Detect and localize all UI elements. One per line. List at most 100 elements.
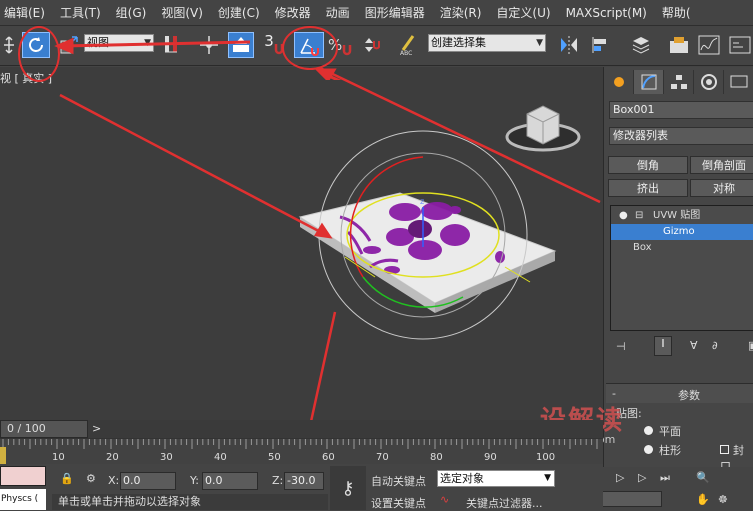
tick-label-70: 70 [376,452,389,463]
menu-help[interactable]: 帮助( [658,4,702,21]
status-bar: Physcs ( 🔒 ⚙ X: 0.0 Y: 0.0 Z: -30.0 ⚷ 自动… [0,464,603,510]
menu-group[interactable]: 组(G) [112,4,158,21]
gizmo-axis-label: z [420,197,425,206]
selected-object-dropdown[interactable]: 选定对象 ▼ [437,470,555,487]
select-manipulate-icon[interactable] [196,32,222,58]
tick-label-60: 60 [322,452,335,463]
scene-explorer-icon[interactable] [666,32,692,58]
stack-item-uvw-map[interactable]: ● ⊟ UVW 贴图 [611,208,753,224]
lock-icon[interactable]: 🔒 [60,472,74,485]
x-coord-field[interactable]: 0.0 [120,472,176,490]
set-key-button[interactable]: 设置关键点 [371,495,426,511]
pin-stack-icon[interactable]: ⊣ [616,340,626,353]
tick-label-80: 80 [430,452,443,463]
keyboard-shortcut-toggle[interactable] [228,32,254,58]
bevel-button[interactable]: 倒角 [608,156,688,174]
ruler-ticks [2,439,598,449]
auto-key-button[interactable]: 自动关键点 [371,473,426,489]
zoom-icon[interactable]: 🔍 [696,471,710,484]
spinner-snap-icon[interactable] [358,32,382,58]
main-toolbar: 视图 ▼ 3 % ABC 创建选择集 ▼ [0,26,753,66]
stack-toolbar: ⊣ I ∀ ∂ ▣ [608,335,753,361]
y-coord-field[interactable]: 0.0 [202,472,258,490]
menu-bar: 编辑(E) 工具(T) 组(G) 视图(V) 创建(C) 修改器 动画 图形编辑… [0,0,753,26]
align-icon[interactable] [588,32,614,58]
modify-tab-icon[interactable] [634,70,664,94]
symmetry-button[interactable]: 对称 [690,179,753,197]
extrude-button[interactable]: 挤出 [608,179,688,197]
object-name-field[interactable]: Box001 [609,101,753,119]
tick-label-50: 50 [268,452,281,463]
time-slider-handle[interactable]: 0 / 100 [0,420,88,438]
physcs-field[interactable]: Physcs ( [0,489,46,510]
tick-label-40: 40 [214,452,227,463]
menu-graph-editors[interactable]: 图形编辑器 [361,4,436,21]
pivot-center-icon[interactable] [158,32,184,58]
go-to-end-icon[interactable]: ⏭ [660,471,670,485]
set-key-icon[interactable]: ⚷ [330,466,366,510]
menu-views[interactable]: 视图(V) [157,4,214,21]
menu-maxscript[interactable]: MAXScript(M) [562,6,658,20]
svg-text:ABC: ABC [400,50,412,56]
menu-tools[interactable]: 工具(T) [56,4,112,21]
radio-cylinder[interactable]: 柱形 [644,442,681,458]
named-selection-dropdown[interactable]: 创建选择集 ▼ [428,34,546,52]
curve-editor-icon[interactable] [696,32,722,58]
snap-value: 3 [264,32,274,50]
play-icon[interactable]: ▷ [616,471,624,484]
current-frame-marker [0,447,6,465]
viewport-scene [59,67,601,420]
stack-item-box[interactable]: Box [611,240,753,256]
key-filters-button[interactable]: 关键点过滤器... [466,495,543,511]
time-slider[interactable]: 0 / 100 > [0,420,603,438]
menu-customize[interactable]: 自定义(U) [492,4,561,21]
menu-rendering[interactable]: 渲染(R) [436,4,493,21]
perspective-viewport[interactable]: 视 [ 真实 ] z [0,67,603,420]
modifier-list-dropdown[interactable]: 修改器列表 [609,127,753,145]
create-tab-icon[interactable] [604,70,634,94]
modifier-stack[interactable]: ● ⊟ UVW 贴图 Gizmo Box [610,205,753,331]
menu-edit[interactable]: 编辑(E) [0,4,56,21]
schematic-view-icon[interactable] [726,32,753,58]
mirror-icon[interactable] [556,32,582,58]
pan-icon[interactable]: ✋ [696,493,710,506]
display-tab-icon[interactable] [724,70,753,94]
key-filter-icon[interactable]: ∿ [440,493,449,506]
tick-label-90: 90 [484,452,497,463]
remove-modifier-icon[interactable]: ∂ [712,339,718,352]
time-slider-next[interactable]: > [92,422,101,435]
command-panel-tabs [604,70,753,96]
hierarchy-tab-icon[interactable] [664,70,694,94]
tick-label-20: 20 [106,452,119,463]
show-end-result-icon[interactable]: I [654,336,672,356]
tick-label-10: 10 [52,452,65,463]
menu-animation[interactable]: 动画 [322,4,361,21]
next-frame-icon[interactable]: ▷ [638,471,646,484]
edit-named-selection-icon[interactable]: ABC [398,32,420,58]
menu-create[interactable]: 创建(C) [214,4,271,21]
tick-label-30: 30 [160,452,173,463]
prompt-line: 单击或单击并拖动以选择对象 [52,494,328,510]
z-coord-field[interactable]: -30.0 [284,472,324,490]
bevel-profile-button[interactable]: 倒角剖面 [690,156,753,174]
make-unique-icon[interactable]: ∀ [690,339,698,352]
expand-icon[interactable]: ⊟ [635,208,643,224]
orbit-icon[interactable]: ☸ [718,493,728,506]
stack-item-gizmo[interactable]: Gizmo [611,224,753,240]
layer-manager-icon[interactable] [628,32,654,58]
motion-tab-icon[interactable] [694,70,724,94]
select-move-icon[interactable] [0,32,18,58]
parameters-rollout-header[interactable]: - 参数 [606,383,753,403]
maxscript-listener[interactable] [0,466,46,486]
reference-coord-dropdown[interactable]: 视图 ▼ [84,34,154,52]
shortcut-icon [233,37,249,52]
tick-label-100: 100 [536,452,556,463]
configure-sets-icon[interactable]: ▣ [748,339,753,352]
absolute-mode-icon[interactable]: ⚙ [86,472,96,485]
annotation-circle-angle-snap [282,26,338,70]
lightbulb-icon[interactable]: ● [619,208,628,224]
track-bar[interactable]: 10 20 30 40 50 60 70 80 90 100 [0,438,603,465]
menu-modifiers[interactable]: 修改器 [271,4,322,21]
z-label: Z: [272,474,284,487]
radio-plane[interactable]: 平面 [644,423,681,439]
